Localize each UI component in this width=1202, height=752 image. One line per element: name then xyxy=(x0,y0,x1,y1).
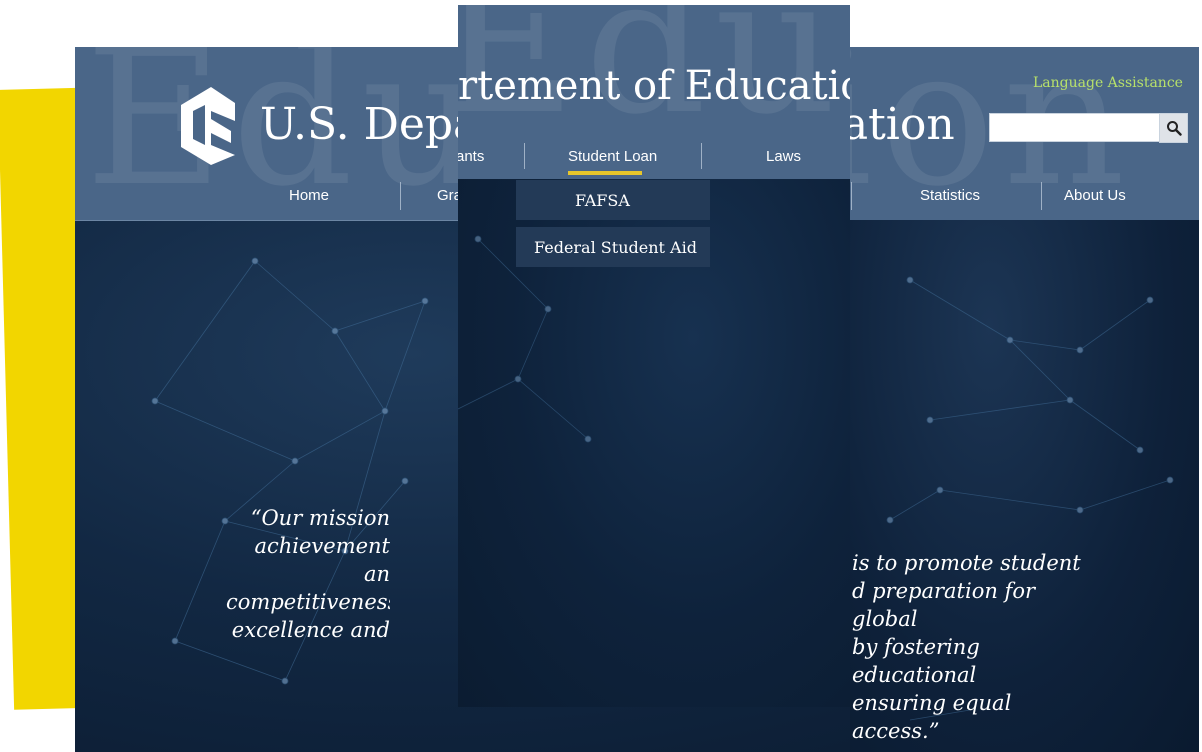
nav-home[interactable]: Home xyxy=(289,187,329,217)
active-tab-underline xyxy=(568,171,642,175)
tab-student-loan[interactable]: Student Loan xyxy=(568,148,657,165)
tab-divider xyxy=(701,143,702,169)
tab-laws[interactable]: Laws xyxy=(766,148,801,165)
front-header: Education rtement of Education ants Stud… xyxy=(458,5,850,180)
nav-about-us[interactable]: About Us xyxy=(1064,187,1126,217)
nav-divider xyxy=(851,182,852,210)
tab-grants[interactable]: ants xyxy=(458,148,484,165)
nav-divider xyxy=(400,182,401,210)
front-page: Education rtement of Education ants Stud… xyxy=(458,5,850,707)
language-assistance-link[interactable]: Language Assistance xyxy=(1033,75,1183,91)
search-icon xyxy=(1166,121,1182,136)
front-site-title[interactable]: rtement of Education xyxy=(458,63,850,109)
tab-divider xyxy=(524,143,525,169)
dropdown-item-fafsa[interactable]: FAFSA xyxy=(516,180,710,220)
logo-icon[interactable] xyxy=(171,85,241,165)
mission-quote-right: is to promote student d preparation for … xyxy=(852,551,1081,743)
mission-quote-left: “Our mission achievement an competitiven… xyxy=(226,506,390,642)
search-input[interactable] xyxy=(989,113,1162,142)
nav-divider xyxy=(1041,182,1042,210)
nav-statistics[interactable]: Statistics xyxy=(920,187,980,217)
search-button[interactable] xyxy=(1159,113,1188,143)
dropdown-item-federal-student-aid[interactable]: Federal Student Aid xyxy=(516,227,710,267)
